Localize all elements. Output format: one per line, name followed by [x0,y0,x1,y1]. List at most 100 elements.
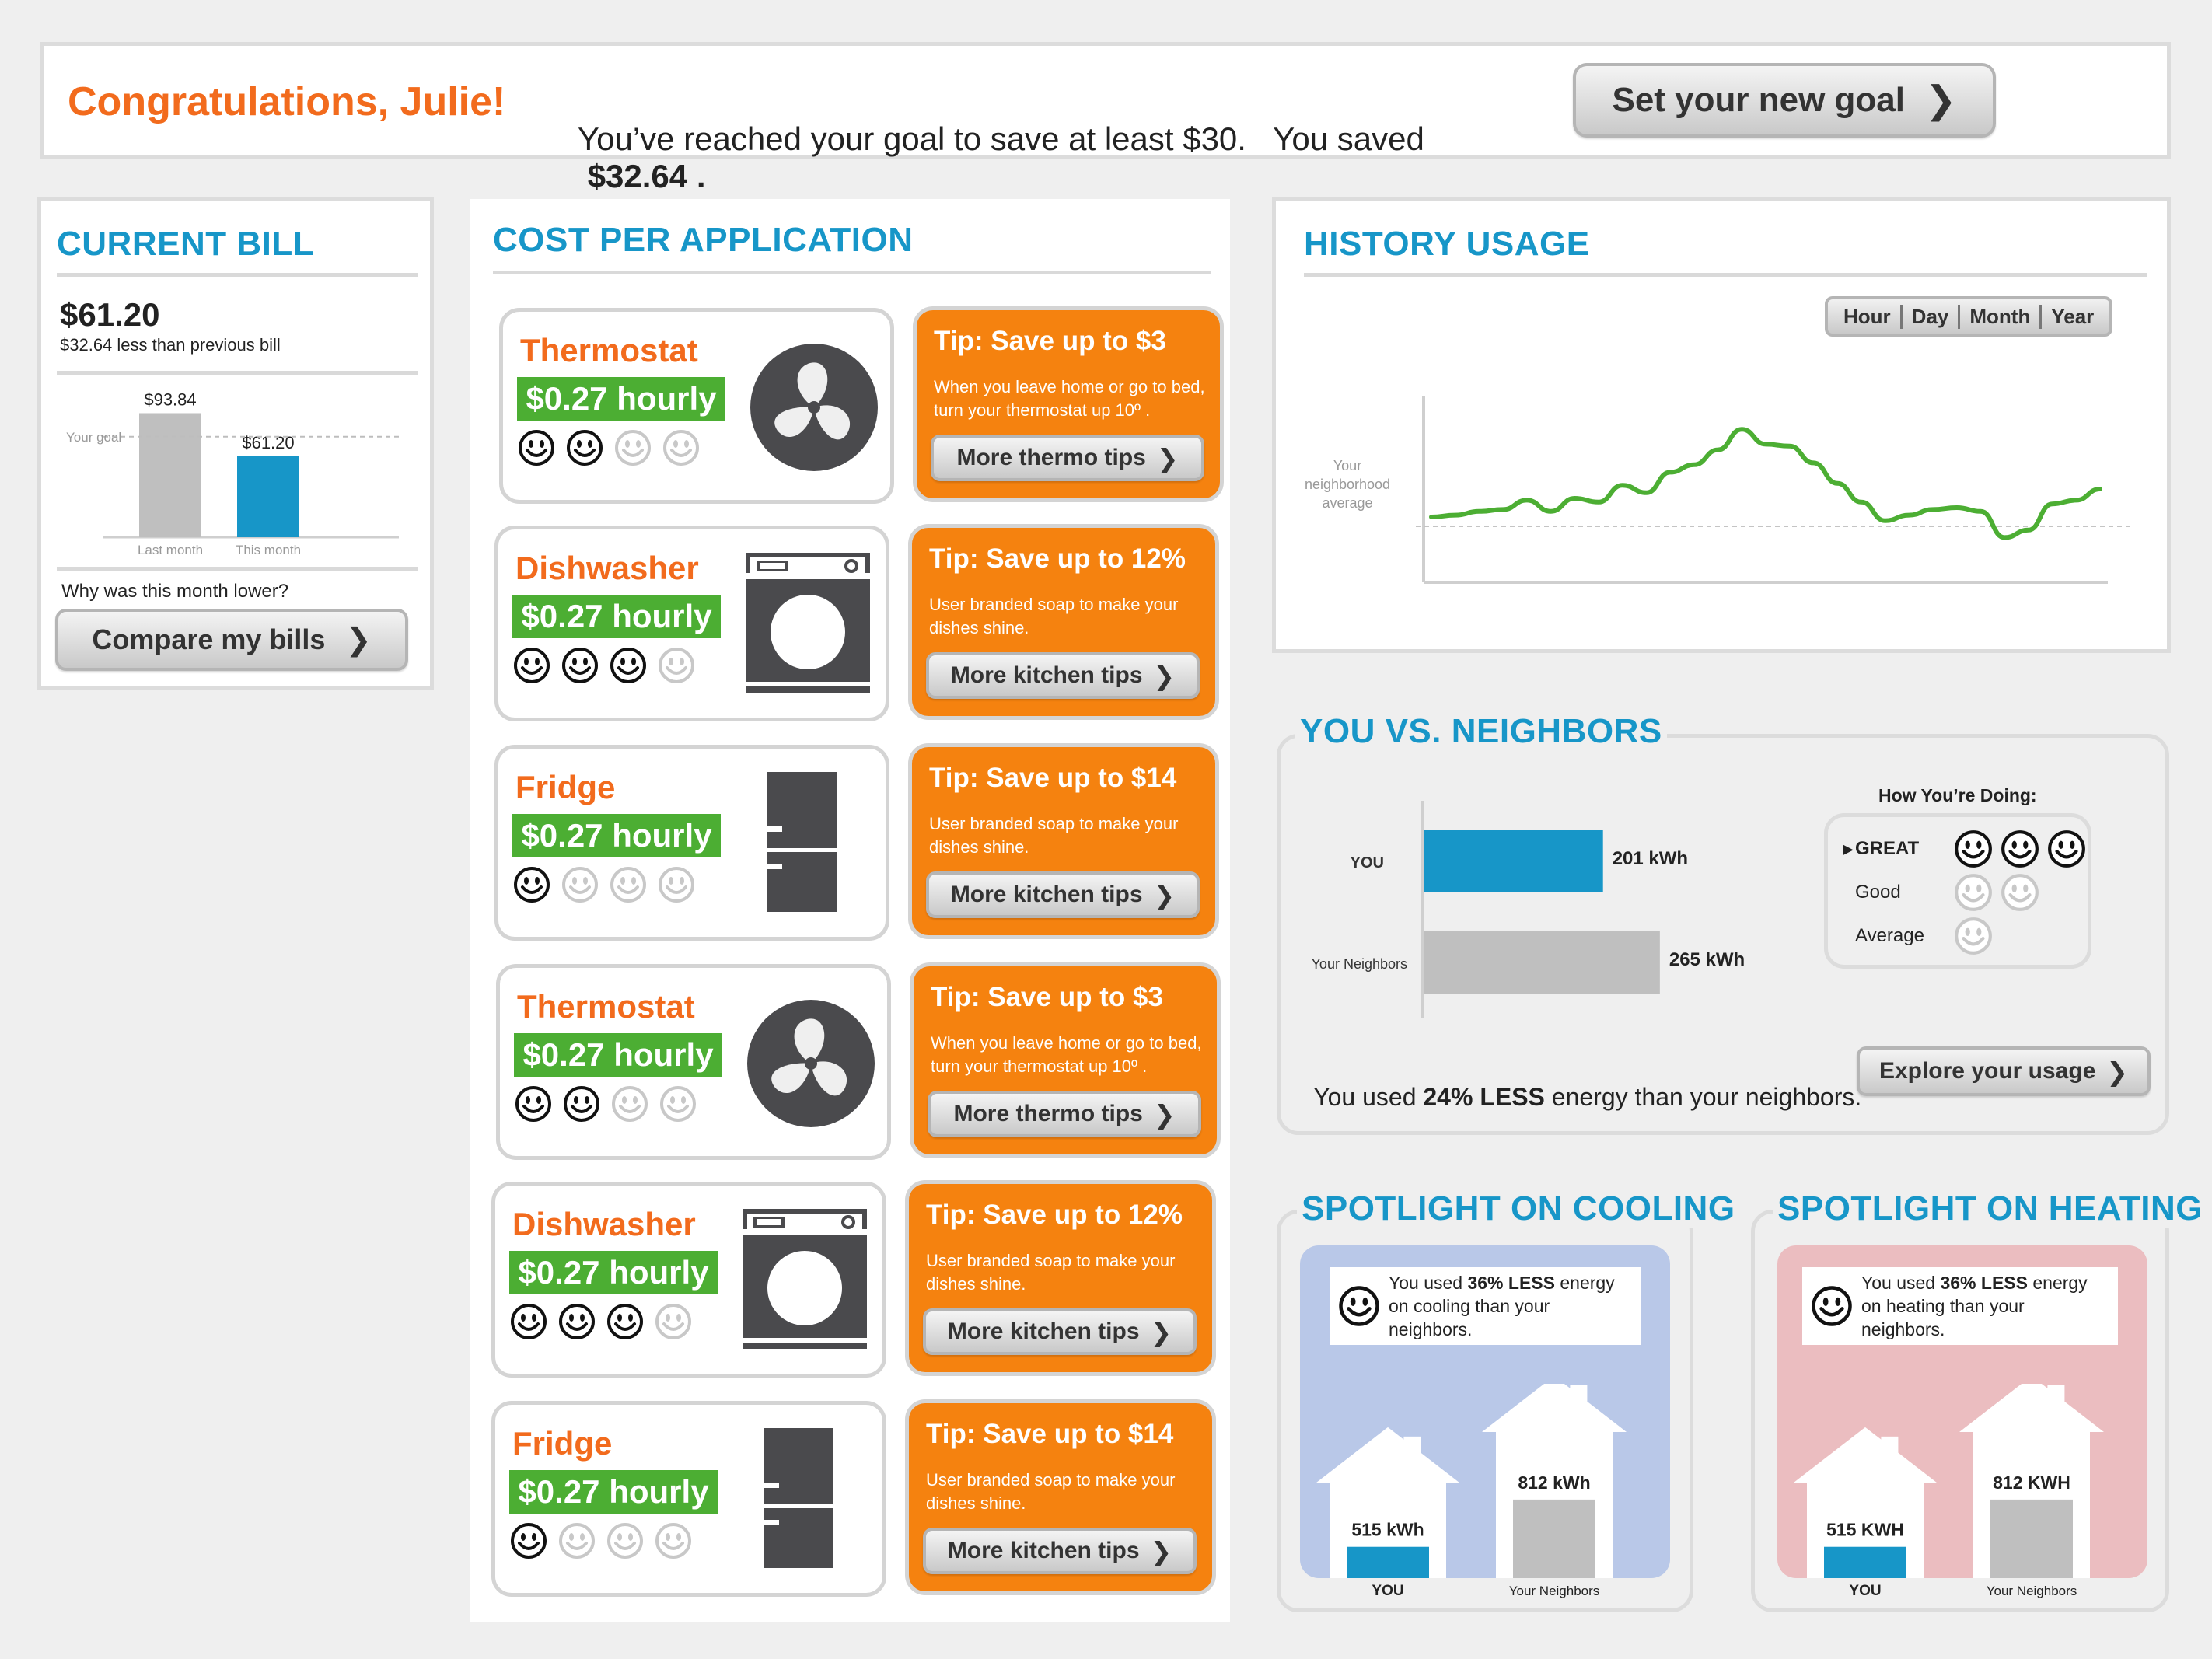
rating-level-faces [1953,829,2093,869]
current-level-marker-icon: ▶ [1843,840,1854,857]
tab-month[interactable]: Month [1960,304,2043,329]
smiley-inactive-icon [660,1086,696,1122]
how-doing-title: How You’re Doing: [1878,785,2037,805]
tab-hour[interactable]: Hour [1834,304,1903,329]
chevron-right-icon: ❯ [1153,880,1176,910]
goal-banner: Congratulations, Julie! You’ve reached y… [40,42,2171,194]
current-bill-amount: $61.20 [60,296,160,333]
application-card: Fridge $0.27 hourly [494,745,889,941]
cooling-message: You used 36% LESS energy on cooling than… [1389,1271,1633,1341]
more-tips-button[interactable]: More kitchen tips ❯ [926,652,1200,699]
tip-card: Tip: Save up to $3 When you leave home or… [910,962,1221,1158]
explore-usage-label: Explore your usage [1878,1058,2096,1084]
heating-message-box: You used 36% LESS energy on heating than… [1802,1267,2118,1345]
explore-usage-button[interactable]: Explore your usage ❯ [1857,1046,2151,1096]
rating-level-label: Good [1855,882,1901,903]
why-lower-text: Why was this month lower? [61,581,289,602]
application-icon-wrap [743,1209,867,1353]
category-label: YOU [1372,1583,1403,1599]
fridge-icon [764,1428,833,1568]
house-chimney [1403,1436,1421,1468]
more-tips-button[interactable]: More kitchen tips ❯ [926,871,1200,918]
bar [1347,1546,1429,1578]
more-tips-button[interactable]: More kitchen tips ❯ [923,1528,1197,1574]
chevron-right-icon: ❯ [1150,1536,1172,1566]
hourly-cost-badge: $0.27 hourly [514,1033,722,1077]
tip-text: User branded soap to make your dishes sh… [926,1251,1176,1294]
house-chimney [1570,1385,1588,1416]
hourly-cost-badge: $0.27 hourly [512,595,721,638]
tip-text: When you leave home or go to bed, turn y… [934,377,1205,420]
bar-value-label: 812 kWh [1518,1472,1590,1493]
more-tips-label: More kitchen tips [947,1538,1140,1563]
category-label: Your Neighbors [1509,1584,1600,1598]
bar-value-label: $93.84 [144,389,196,409]
set-new-goal-button[interactable]: Set your new goal ❯ [1573,63,1996,138]
house-chimney [1881,1436,1899,1468]
cooling-msg-pre: You used [1389,1273,1468,1293]
more-tips-button[interactable]: More thermo tips ❯ [928,1091,1201,1137]
heating-chart: 515 KWH YOU 812 KWH Your Neighbors [1793,1384,2104,1599]
compare-bills-label: Compare my bills [92,623,326,655]
more-tips-button[interactable]: More thermo tips ❯ [931,435,1204,481]
neighbors-chart: 201 kWh YOU 265 kWh Your Neighbors [1312,801,1745,1018]
smiley-icon [2048,830,2085,868]
application-icon-wrap [767,772,837,916]
neighbors-summary: You used 24% LESS energy than your neigh… [1300,1054,1861,1112]
more-tips-label: More thermo tips [953,1101,1143,1126]
divider [57,371,418,375]
neighbors-title: YOU VS. NEIGHBORS [1295,712,1667,751]
smiley-icon [511,1523,547,1559]
cooling-msg-bold: 36% LESS [1467,1273,1555,1293]
dishwasher-icon [743,1209,867,1349]
chevron-right-icon: ❯ [1153,661,1176,690]
cooling-message-box: You used 36% LESS energy on cooling than… [1330,1267,1641,1345]
smiley-icon [559,1304,595,1339]
efficiency-rating [512,646,696,685]
summary-post: energy than your neighbors. [1544,1083,1862,1111]
heating-msg-pre: You used [1861,1273,1941,1293]
more-tips-label: More thermo tips [956,445,1146,470]
more-tips-label: More kitchen tips [947,1318,1140,1344]
smiley-icon [1955,830,1992,868]
application-name: Fridge [512,1425,613,1462]
tip-card: Tip: Save up to 12% User branded soap to … [905,1180,1216,1376]
tip-card: Tip: Save up to $14 User branded soap to … [905,1399,1216,1595]
rating-level-label: GREAT [1855,838,1920,859]
tab-day[interactable]: Day [1903,304,1961,329]
hourly-cost-badge: $0.27 hourly [509,1470,718,1514]
bill-chart: $93.84 Last month $61.20 This month Your goa… [66,389,399,557]
bar [1824,1546,1906,1578]
cooling-chart: 515 kWh YOU 812 kWh Your Neighbors [1316,1384,1627,1599]
application-name: Thermostat [520,332,698,368]
congrats-text: Congratulations, Julie! [68,79,506,124]
bar-value-label: 515 kWh [1351,1520,1424,1540]
history-usage-panel: HISTORY USAGE Hour Day Month Year Your n… [1272,197,2171,653]
smiley-inactive-icon [607,1523,643,1559]
divider [1304,273,2147,277]
application-card: Dishwasher $0.27 hourly [494,526,889,721]
efficiency-rating [509,1521,693,1560]
house-roof [1959,1384,2104,1432]
hourly-cost-badge: $0.27 hourly [517,377,725,421]
tab-year[interactable]: Year [2042,305,2103,329]
house-roof [1316,1427,1460,1483]
application-card: Thermostat $0.27 hourly [499,308,894,504]
fan-icon [747,1000,875,1127]
efficiency-rating [514,1084,697,1123]
application-icon-wrap [746,553,870,697]
goal-label: Your goal [66,430,121,445]
house-roof [1482,1384,1627,1432]
compare-bills-button[interactable]: Compare my bills ❯ [55,609,408,671]
history-usage-title: HISTORY USAGE [1304,225,1590,263]
dishwasher-icon [746,553,870,693]
smiley-inactive-icon [655,1523,691,1559]
category-label: YOU [1351,854,1384,871]
set-new-goal-label: Set your new goal [1612,81,1905,119]
smiley-inactive-icon [659,867,694,903]
chevron-right-icon: ❯ [1924,79,1957,121]
more-tips-button[interactable]: More kitchen tips ❯ [923,1308,1197,1355]
efficiency-rating [512,865,696,904]
efficiency-rating [517,428,701,467]
application-name: Thermostat [517,988,695,1025]
